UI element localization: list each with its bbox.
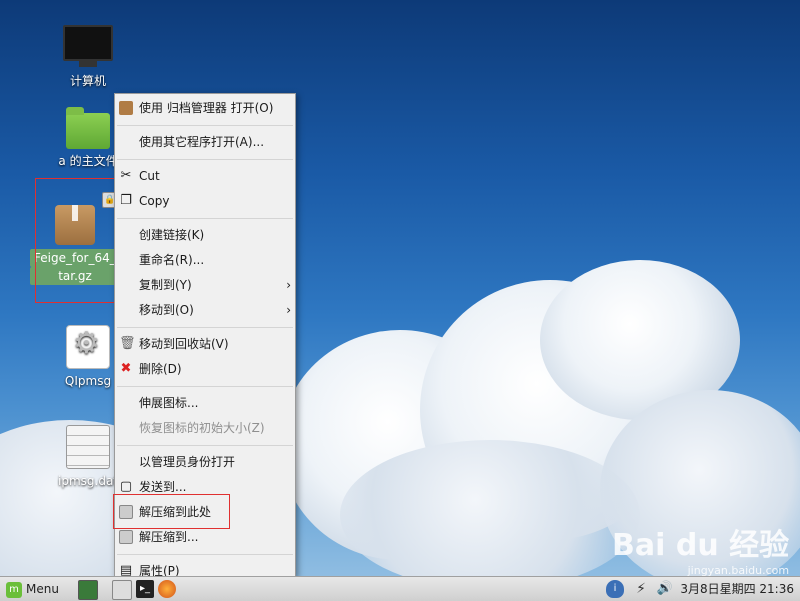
send-icon: ▢ [119, 479, 133, 494]
taskbar: m Menu ▸_ i ⚡ 🔊 3月8日星期四 21:36 [0, 576, 800, 601]
chevron-right-icon: › [286, 303, 291, 317]
separator [117, 218, 293, 219]
computer-icon [43, 25, 133, 67]
file-manager-icon[interactable] [112, 580, 132, 600]
menu-item-delete[interactable]: ✖ 删除(D) [115, 357, 295, 382]
desktop-icon-label: 计算机 [69, 74, 106, 88]
separator [117, 159, 293, 160]
annotation-box [113, 494, 230, 529]
delete-icon: ✖ [120, 361, 132, 376]
menu-item-cut[interactable]: ✂ Cut [115, 164, 295, 189]
trash-icon: 🗑 [119, 336, 136, 351]
extract-icon [119, 530, 133, 544]
annotation-box [35, 178, 122, 303]
desktop-icon-computer[interactable]: 计算机 [43, 25, 133, 89]
menu-item-restore-icon-size: 恢复图标的初始大小(Z) [139, 421, 265, 435]
menu-item-create-link[interactable]: 创建链接(K) [115, 223, 295, 248]
mint-logo-icon: m [6, 581, 22, 598]
separator [117, 554, 293, 555]
separator [117, 327, 293, 328]
menu-item-copy-to[interactable]: 复制到(Y) › [115, 273, 295, 298]
watermark: Bai du 经验 jingyan.baidu.com [612, 528, 790, 577]
chevron-right-icon: › [286, 278, 291, 292]
copy-icon: ❐ [120, 193, 132, 208]
show-desktop-icon[interactable] [78, 580, 98, 600]
terminal-icon[interactable]: ▸_ [136, 580, 154, 598]
archive-manager-icon [119, 101, 133, 115]
menu-item-open-archive-manager[interactable]: 使用 归档管理器 打开(O) [115, 96, 295, 121]
clock[interactable]: 3月8日星期四 21:36 [680, 580, 794, 598]
separator [117, 125, 293, 126]
firefox-icon[interactable] [158, 580, 176, 598]
volume-icon[interactable]: 🔊 [656, 580, 674, 598]
separator [117, 386, 293, 387]
menu-item-move-to[interactable]: 移动到(O) › [115, 298, 295, 323]
update-manager-icon[interactable]: i [606, 580, 624, 598]
scissors-icon: ✂ [120, 168, 132, 183]
menu-item-stretch-icon[interactable]: 伸展图标... [115, 391, 295, 416]
menu-item-rename[interactable]: 重命名(R)... [115, 248, 295, 273]
menu-item-open-as-admin[interactable]: 以管理员身份打开 [115, 450, 295, 475]
menu-item-open-with[interactable]: 使用其它程序打开(A)... [115, 130, 295, 155]
separator [117, 445, 293, 446]
menu-item-copy[interactable]: ❐ Copy [115, 189, 295, 214]
network-icon[interactable]: ⚡ [632, 580, 650, 598]
menu-button[interactable]: m Menu [6, 580, 59, 598]
menu-item-move-to-trash[interactable]: 🗑 移动到回收站(V) [115, 332, 295, 357]
